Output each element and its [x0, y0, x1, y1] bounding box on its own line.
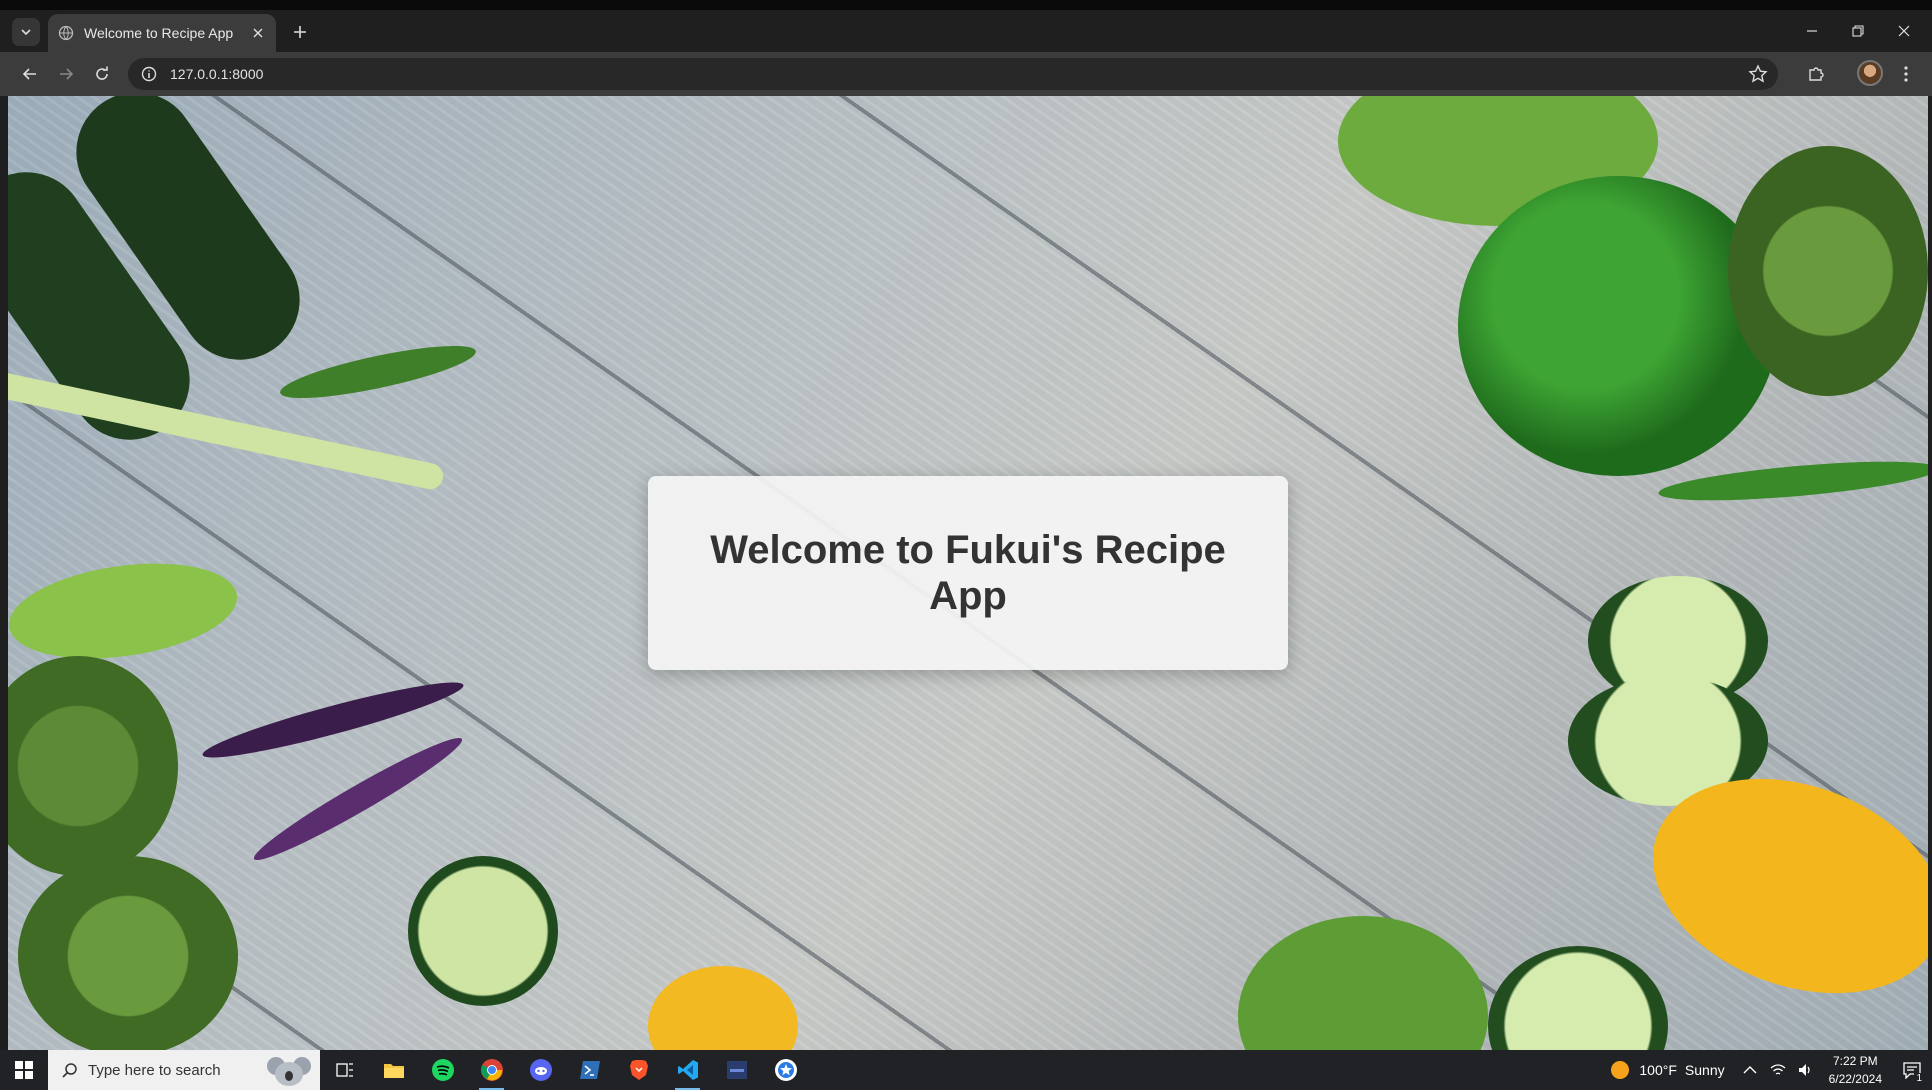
vscode-icon	[677, 1060, 698, 1080]
restore-icon	[1852, 25, 1864, 37]
chrome-icon	[480, 1059, 503, 1081]
brave-button[interactable]	[614, 1050, 663, 1090]
forward-button[interactable]	[52, 60, 80, 88]
browser-toolbar: 127.0.0.1:8000	[0, 52, 1932, 96]
close-icon	[1898, 25, 1910, 37]
active-tab[interactable]: Welcome to Recipe App	[48, 14, 276, 52]
bell-pepper-image	[1458, 176, 1778, 476]
file-explorer-button[interactable]	[369, 1050, 418, 1090]
chili-image	[276, 335, 480, 409]
url-text[interactable]: 127.0.0.1:8000	[170, 66, 263, 82]
close-tab-icon[interactable]	[250, 25, 266, 41]
vscode-button[interactable]	[663, 1050, 712, 1090]
clock-time: 7:22 PM	[1832, 1054, 1878, 1068]
puzzle-icon	[1809, 67, 1824, 81]
search-placeholder: Type here to search	[88, 1061, 221, 1079]
lettuce-image	[1238, 916, 1488, 1050]
tab-title: Welcome to Recipe App	[84, 25, 234, 41]
start-button[interactable]	[0, 1050, 48, 1090]
profile-avatar[interactable]	[1857, 60, 1883, 86]
reload-icon	[96, 66, 108, 80]
minimize-button[interactable]	[1790, 18, 1834, 44]
app-window-icon	[726, 1061, 747, 1079]
chevron-up-icon[interactable]	[1743, 1065, 1757, 1075]
plus-icon	[294, 26, 306, 38]
chili-image	[1657, 453, 1928, 509]
task-view-icon	[335, 1063, 353, 1077]
corn-image	[648, 966, 798, 1050]
window-border-left	[0, 96, 8, 1050]
window-border-right	[1928, 96, 1932, 1050]
weather-temp: 100°F	[1639, 1062, 1677, 1078]
brave-icon	[629, 1060, 648, 1080]
restore-button[interactable]	[1836, 18, 1880, 44]
broccoli-image	[1728, 146, 1928, 396]
welcome-card: Welcome to Fukui's Recipe App	[648, 476, 1288, 670]
tab-strip: Welcome to Recipe App	[0, 0, 1932, 52]
broccoli-image	[8, 656, 178, 876]
windows-taskbar: Type here to search 100°F Sunny 7:22 PM …	[0, 1050, 1932, 1090]
cucumber-slice-image	[1488, 946, 1668, 1050]
clock-date: 6/22/2024	[1828, 1072, 1882, 1086]
spotify-icon	[431, 1059, 454, 1081]
weather-description: Sunny	[1684, 1062, 1725, 1078]
arrow-left-icon	[22, 68, 36, 80]
sun-icon	[1611, 1061, 1630, 1079]
settings-app-button[interactable]	[761, 1050, 810, 1090]
folder-icon	[383, 1064, 404, 1078]
globe-icon	[58, 25, 74, 41]
koala-icon	[267, 1057, 311, 1086]
discord-icon	[529, 1059, 552, 1081]
search-icon	[62, 1063, 77, 1078]
arrow-right-icon	[60, 68, 74, 80]
page-background: Welcome to Fukui's Recipe App	[8, 96, 1928, 1050]
media-app-button[interactable]	[712, 1050, 761, 1090]
taskbar-clock[interactable]: 7:22 PM 6/22/2024	[1829, 1052, 1882, 1088]
weather-widget[interactable]: 100°F Sunny	[1611, 1061, 1725, 1079]
minimize-icon	[1807, 30, 1817, 32]
address-bar[interactable]: 127.0.0.1:8000	[128, 58, 1778, 90]
tab-search-button[interactable]	[12, 18, 40, 46]
reload-button[interactable]	[88, 60, 116, 88]
chevron-down-icon	[21, 29, 31, 36]
purple-chili-image	[247, 727, 469, 871]
green-pepper-image	[8, 550, 244, 672]
notification-count: 1	[1914, 1073, 1924, 1084]
extensions-button[interactable]	[1802, 60, 1830, 88]
network-icon[interactable]	[1769, 1062, 1787, 1078]
taskbar-search-box[interactable]: Type here to search	[48, 1050, 320, 1090]
powershell-icon	[579, 1061, 600, 1079]
page-title: Welcome to Fukui's Recipe App	[710, 528, 1226, 618]
system-tray: 100°F Sunny 7:22 PM 6/22/2024 1	[1611, 1050, 1932, 1090]
new-tab-button[interactable]	[288, 20, 312, 44]
notifications-button[interactable]: 1	[1892, 1050, 1932, 1090]
menu-button[interactable]	[1892, 60, 1920, 88]
star-badge-icon	[774, 1059, 797, 1081]
powershell-button[interactable]	[565, 1050, 614, 1090]
chrome-button[interactable]	[467, 1050, 516, 1090]
back-button[interactable]	[16, 60, 44, 88]
cucumber-slice-image	[408, 856, 558, 1006]
bookmark-star-icon[interactable]	[1748, 64, 1768, 84]
site-info-icon[interactable]	[138, 63, 160, 85]
discord-button[interactable]	[516, 1050, 565, 1090]
spotify-button[interactable]	[418, 1050, 467, 1090]
volume-icon[interactable]	[1797, 1062, 1813, 1078]
kebab-menu-icon	[1904, 66, 1908, 82]
broccoli-image	[18, 856, 238, 1050]
windows-logo-icon	[15, 1061, 33, 1079]
close-window-button[interactable]	[1882, 18, 1926, 44]
task-view-button[interactable]	[320, 1050, 369, 1090]
